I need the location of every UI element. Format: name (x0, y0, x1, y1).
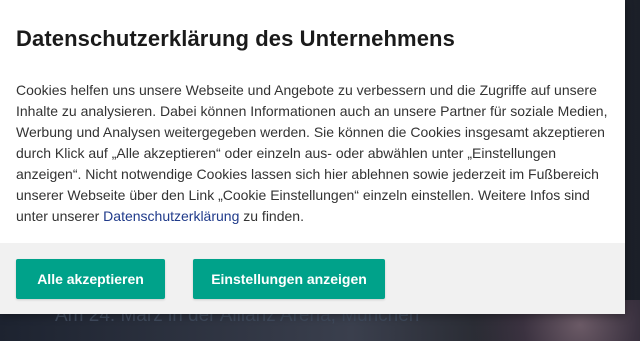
dialog-body-suffix: zu finden. (239, 208, 304, 224)
accept-all-button[interactable]: Alle akzeptieren (16, 259, 165, 299)
dialog-footer: Alle akzeptieren Einstellungen anzeigen (0, 243, 625, 314)
dialog-body: Cookies helfen uns unsere Webseite und A… (16, 80, 612, 227)
dialog-title: Datenschutzerklärung des Unternehmens (16, 26, 455, 51)
cookie-consent-dialog: Datenschutzerklärung des Unternehmens Co… (0, 0, 625, 314)
privacy-policy-link[interactable]: Datenschutzerklärung (103, 208, 239, 224)
show-settings-button[interactable]: Einstellungen anzeigen (193, 259, 385, 299)
dialog-body-text: Cookies helfen uns unsere Webseite und A… (16, 82, 608, 224)
